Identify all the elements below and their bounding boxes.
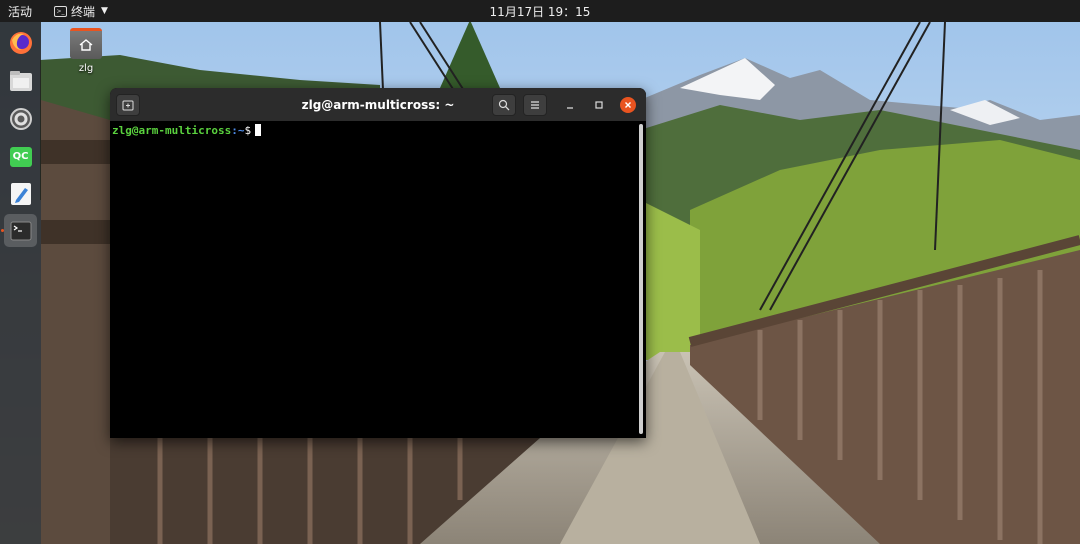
terminal-icon: >_ [54, 5, 67, 17]
close-icon [625, 102, 631, 108]
top-bar: 活动 >_ 终端 ▼ 11月17日 19：15 [0, 0, 1080, 22]
dock-item-text-editor[interactable] [4, 177, 37, 210]
dock-item-qt-creator[interactable]: QC [4, 140, 37, 173]
activities-button[interactable]: 活动 [8, 3, 48, 20]
qt-icon: QC [9, 146, 32, 167]
running-indicator [1, 229, 4, 232]
clock[interactable]: 11月17日 19：15 [490, 5, 591, 19]
app-menu[interactable]: >_ 终端 ▼ [54, 3, 108, 20]
search-button[interactable] [492, 94, 516, 116]
app-menu-label: 终端 [71, 4, 96, 19]
prompt-path: :~ [231, 124, 245, 137]
new-tab-button[interactable] [116, 94, 140, 116]
maximize-icon [595, 101, 603, 109]
dock-item-firefox[interactable] [4, 26, 37, 59]
dock-item-terminal[interactable] [4, 214, 37, 247]
settings-gear-icon [9, 107, 32, 130]
files-icon [9, 70, 32, 91]
desktop-icon-zlg[interactable]: zlg [66, 28, 106, 74]
terminal-scrollbar[interactable] [639, 124, 643, 434]
dock-item-files[interactable] [4, 64, 37, 97]
firefox-icon [9, 31, 32, 54]
desktop-icon-label: zlg [78, 63, 94, 74]
text-cursor [255, 124, 262, 136]
qt-icon-label: QC [12, 151, 29, 162]
dock-item-settings[interactable] [4, 102, 37, 135]
terminal-icon [10, 221, 31, 240]
search-icon [498, 99, 510, 111]
close-button[interactable] [620, 97, 636, 113]
prompt-symbol: $ [244, 124, 252, 137]
hamburger-menu-icon [531, 101, 539, 109]
maximize-button[interactable] [591, 97, 607, 113]
menu-button[interactable] [523, 94, 547, 116]
new-tab-icon [122, 100, 134, 111]
chevron-down-icon: ▼ [101, 6, 108, 16]
text-editor-icon [10, 182, 31, 205]
home-folder-icon [70, 28, 102, 59]
minimize-icon [567, 107, 573, 109]
minimize-button[interactable] [562, 97, 578, 113]
prompt-user-host: zlg@arm-multicross [112, 124, 232, 137]
terminal-content[interactable]: zlg@arm-multicross:~$ [110, 121, 646, 438]
dock: QC [0, 22, 41, 544]
terminal-window[interactable]: zlg@arm-multicross: ~ zlg@arm-multicross… [110, 88, 646, 438]
terminal-titlebar[interactable]: zlg@arm-multicross: ~ [110, 88, 646, 121]
